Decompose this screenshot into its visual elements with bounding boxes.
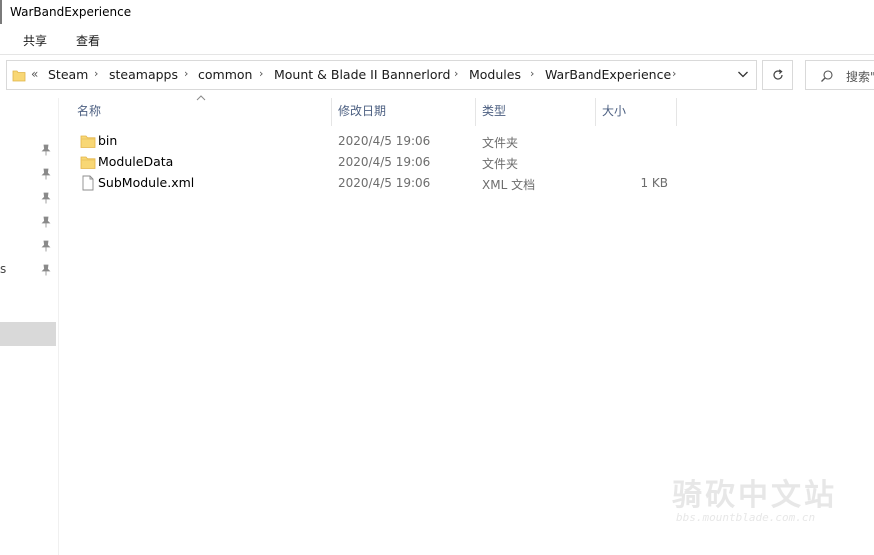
column-divider[interactable] <box>331 98 332 126</box>
folder-icon <box>12 70 26 82</box>
overflow-chevron-icon[interactable]: « <box>31 67 38 81</box>
watermark-url: bbs.mountblade.com.cn <box>676 511 816 524</box>
file-date: 2020/4/5 19:06 <box>338 155 431 169</box>
column-divider[interactable] <box>676 98 677 126</box>
file-name: SubModule.xml <box>98 175 195 190</box>
watermark-text: 骑砍中文站 <box>672 478 837 513</box>
ribbon-tab-share[interactable]: 共享 <box>23 32 47 49</box>
window-edge <box>0 0 2 24</box>
pin-icon[interactable] <box>40 168 52 180</box>
column-divider[interactable] <box>475 98 476 126</box>
breadcrumb-separator[interactable]: › <box>259 67 263 80</box>
column-divider[interactable] <box>595 98 596 126</box>
title-bar: WarBandExperience <box>0 0 874 24</box>
breadcrumb-separator[interactable]: › <box>530 67 534 80</box>
address-bar[interactable]: « Steam › steamapps › common › Mount & B… <box>6 60 757 90</box>
breadcrumb-steam[interactable]: Steam <box>48 67 88 82</box>
sort-up-icon <box>196 95 206 101</box>
file-row[interactable]: bin 2020/4/5 19:06 文件夹 <box>72 131 692 152</box>
file-row[interactable]: SubModule.xml 2020/4/5 19:06 XML 文档 1 KB <box>72 173 692 194</box>
breadcrumb-separator[interactable]: › <box>454 67 458 80</box>
ribbon-tab-view[interactable]: 查看 <box>76 32 100 49</box>
pin-icon[interactable] <box>40 216 52 228</box>
file-date: 2020/4/5 19:06 <box>338 176 431 190</box>
refresh-icon <box>773 69 783 80</box>
file-type: 文件夹 <box>482 157 519 171</box>
chevron-down-icon[interactable] <box>736 67 750 81</box>
pin-icon[interactable] <box>40 144 52 156</box>
file-name: bin <box>98 133 118 148</box>
file-date: 2020/4/5 19:06 <box>338 134 431 148</box>
pin-icon[interactable] <box>40 264 52 276</box>
search-icon <box>821 70 833 82</box>
nav-item-selected[interactable] <box>0 322 56 346</box>
pin-icon[interactable] <box>40 240 52 252</box>
breadcrumb-bannerlord[interactable]: Mount & Blade II Bannerlord <box>274 67 450 82</box>
file-icon <box>82 175 94 191</box>
breadcrumb-separator[interactable]: › <box>184 67 188 80</box>
breadcrumb-common[interactable]: common <box>198 67 252 82</box>
breadcrumb-modules[interactable]: Modules <box>469 67 521 82</box>
file-name: ModuleData <box>98 154 174 169</box>
breadcrumb-separator[interactable]: › <box>672 67 676 80</box>
breadcrumb-separator[interactable]: › <box>94 67 98 80</box>
search-box[interactable]: 搜索" <box>805 60 874 90</box>
folder-icon <box>80 135 96 148</box>
folder-icon <box>80 156 96 169</box>
file-row[interactable]: ModuleData 2020/4/5 19:06 文件夹 <box>72 152 692 173</box>
file-type: 文件夹 <box>482 136 519 150</box>
window-title: WarBandExperience <box>10 5 132 19</box>
breadcrumb-current[interactable]: WarBandExperience <box>545 67 671 82</box>
navigation-pane[interactable]: s <box>0 98 59 555</box>
breadcrumb-steamapps[interactable]: steamapps <box>109 67 178 82</box>
refresh-button[interactable] <box>762 60 793 90</box>
nav-item-label[interactable]: s <box>0 262 6 276</box>
column-header-type[interactable]: 类型 <box>482 102 506 124</box>
column-header-date[interactable]: 修改日期 <box>338 102 386 124</box>
column-header-name[interactable]: 名称 <box>77 102 101 124</box>
pin-icon[interactable] <box>40 192 52 204</box>
file-type: XML 文档 <box>482 178 536 192</box>
column-header-size[interactable]: 大小 <box>602 102 626 124</box>
file-size: 1 KB <box>640 176 668 190</box>
search-input[interactable]: 搜索" <box>846 68 874 85</box>
ribbon-divider <box>0 54 874 55</box>
